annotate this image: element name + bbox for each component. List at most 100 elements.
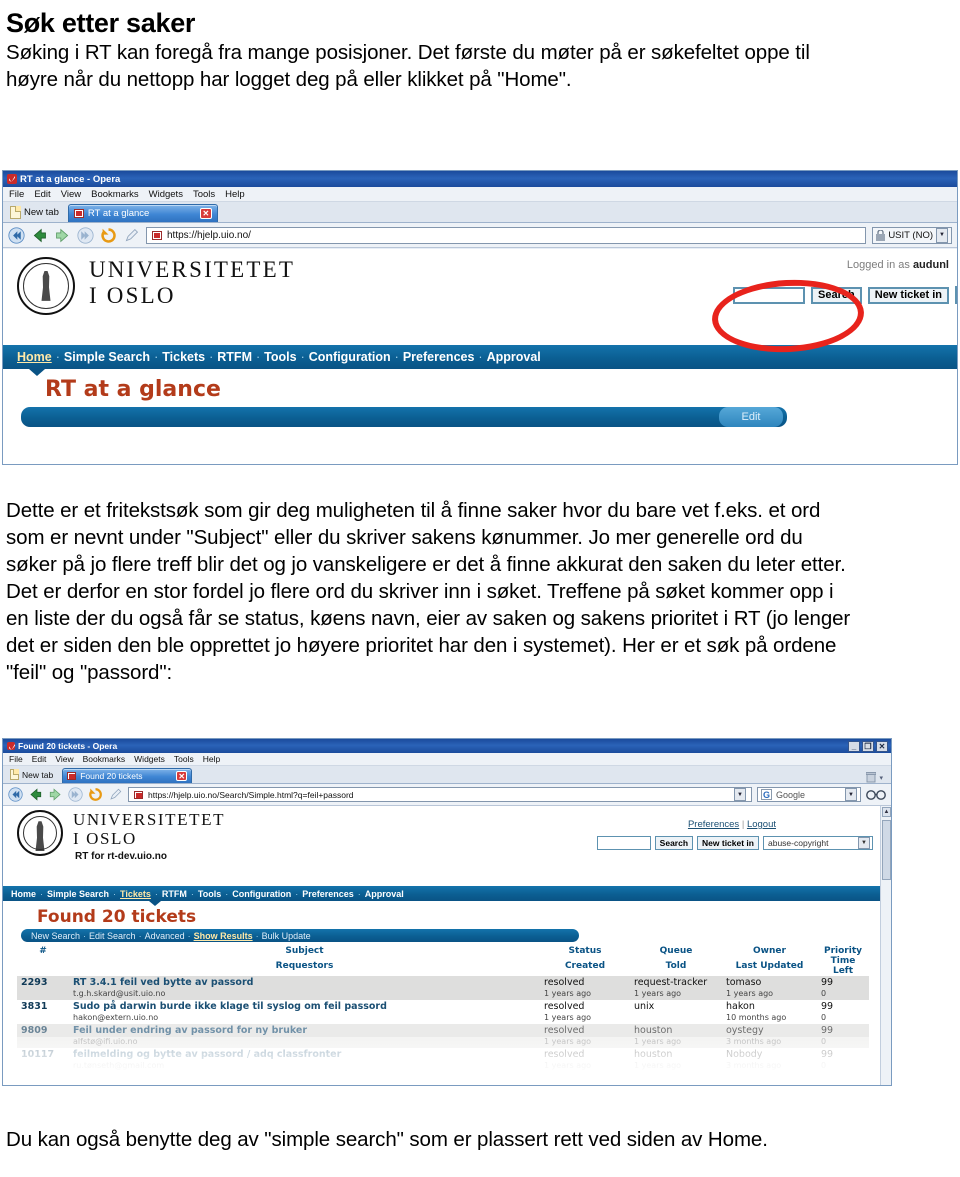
search-input-2[interactable] bbox=[596, 836, 651, 850]
subnav-advanced[interactable]: Advanced bbox=[145, 931, 185, 941]
menu-view[interactable]: View bbox=[55, 754, 73, 764]
fast-forward-icon[interactable] bbox=[68, 787, 83, 802]
chevron-down-icon[interactable]: ▼ bbox=[845, 788, 857, 801]
fast-back-icon[interactable] bbox=[8, 226, 25, 244]
new-tab-button[interactable]: New tab bbox=[8, 204, 65, 222]
th-last-updated[interactable]: Last Updated bbox=[722, 956, 817, 976]
th-told[interactable]: Told bbox=[630, 956, 722, 976]
maximize-button[interactable]: ❐ bbox=[862, 740, 874, 752]
nav-item-rtfm[interactable]: RTFM bbox=[162, 889, 187, 899]
cell-id[interactable]: 9809 bbox=[17, 1024, 69, 1037]
cell-id[interactable]: 2293 bbox=[17, 976, 69, 989]
close-icon[interactable]: ✕ bbox=[199, 208, 212, 219]
nav-item-configuration[interactable]: Configuration bbox=[309, 350, 391, 364]
tab-found-20-tickets[interactable]: Found 20 tickets ✕ bbox=[62, 768, 193, 783]
edit-pencil-icon[interactable] bbox=[123, 227, 140, 244]
glasses-icon[interactable] bbox=[866, 788, 886, 801]
search-button-1[interactable]: Search bbox=[811, 286, 862, 304]
menu-view[interactable]: View bbox=[61, 189, 81, 200]
scroll-up-icon[interactable]: ▲ bbox=[882, 807, 891, 817]
th-number[interactable]: # bbox=[17, 946, 69, 956]
th-owner[interactable]: Owner bbox=[722, 946, 817, 956]
nav-item-simple-search[interactable]: Simple Search bbox=[47, 889, 109, 899]
menu-widgets[interactable]: Widgets bbox=[149, 189, 183, 200]
table-row[interactable]: 9809 Feil under endring av passord for n… bbox=[17, 1024, 869, 1037]
nav-item-tickets[interactable]: Tickets bbox=[120, 889, 151, 899]
new-tab-button[interactable]: New tab bbox=[8, 767, 59, 783]
table-row[interactable]: 2293 RT 3.4.1 feil ved bytte av passord … bbox=[17, 976, 869, 989]
new-ticket-button-1[interactable]: New ticket in bbox=[867, 286, 949, 304]
th-queue[interactable]: Queue bbox=[630, 946, 722, 956]
fast-forward-icon[interactable] bbox=[77, 226, 94, 244]
nav-item-simple-search[interactable]: Simple Search bbox=[64, 350, 150, 364]
forward-icon[interactable] bbox=[48, 787, 63, 802]
nav-item-approval[interactable]: Approval bbox=[487, 350, 541, 364]
queue-select[interactable]: abuse-copyright ▼ bbox=[763, 836, 873, 850]
th-status[interactable]: Status bbox=[540, 946, 630, 956]
minimize-button[interactable]: _ bbox=[848, 740, 860, 752]
subnav-bulk-update[interactable]: Bulk Update bbox=[262, 931, 311, 941]
nav-item-tickets[interactable]: Tickets bbox=[162, 350, 205, 364]
menu-edit[interactable]: Edit bbox=[34, 189, 50, 200]
cell-subject[interactable]: Feil under endring av passord for ny bru… bbox=[69, 1024, 540, 1037]
search-input-1[interactable] bbox=[733, 286, 806, 304]
web-search-input[interactable]: G Google ▼ bbox=[757, 787, 861, 802]
subnav-show-results[interactable]: Show Results bbox=[194, 931, 253, 941]
new-ticket-button-2[interactable]: New ticket in bbox=[697, 836, 759, 850]
forward-icon[interactable] bbox=[54, 227, 71, 244]
menu-tools[interactable]: Tools bbox=[193, 189, 215, 200]
tab-rt-at-a-glance[interactable]: RT at a glance ✕ bbox=[67, 204, 218, 222]
menu-widgets[interactable]: Widgets bbox=[134, 754, 165, 764]
chevron-down-icon[interactable]: ▼ bbox=[936, 227, 948, 243]
menu-file[interactable]: File bbox=[9, 189, 24, 200]
fast-back-icon[interactable] bbox=[8, 787, 23, 802]
cell-subject[interactable]: RT 3.4.1 feil ved bytte av passord bbox=[69, 976, 540, 989]
nav-item-home[interactable]: Home bbox=[11, 889, 36, 899]
page-scrollbar[interactable]: ▲ bbox=[880, 806, 891, 1085]
back-icon[interactable] bbox=[31, 227, 48, 244]
menu-bookmarks[interactable]: Bookmarks bbox=[91, 189, 139, 200]
th-priority[interactable]: Priority bbox=[817, 946, 869, 956]
address-bar-2[interactable]: https://hjelp.uio.no/Search/Simple.html?… bbox=[128, 787, 752, 802]
chevron-down-icon[interactable]: ▼ bbox=[734, 788, 746, 801]
nav-item-preferences[interactable]: Preferences bbox=[403, 350, 475, 364]
cell-id[interactable]: 3831 bbox=[17, 1000, 69, 1013]
menu-file[interactable]: File bbox=[9, 754, 23, 764]
edit-button-1[interactable]: Edit bbox=[719, 407, 783, 427]
menu-edit[interactable]: Edit bbox=[32, 754, 47, 764]
th-requestors[interactable]: Requestors bbox=[69, 956, 540, 976]
menu-bookmarks[interactable]: Bookmarks bbox=[83, 754, 126, 764]
scrollbar-thumb[interactable] bbox=[882, 820, 891, 880]
menu-help[interactable]: Help bbox=[203, 754, 220, 764]
table-row[interactable]: 3831 Sudo på darwin burde ikke klage til… bbox=[17, 1000, 869, 1013]
security-zone-indicator[interactable]: USIT (NO) ▼ bbox=[872, 226, 952, 244]
search-button-2[interactable]: Search bbox=[654, 836, 694, 850]
preferences-link[interactable]: Preferences bbox=[688, 819, 739, 830]
nav-item-tools[interactable]: Tools bbox=[264, 350, 296, 364]
back-icon[interactable] bbox=[28, 787, 43, 802]
th-subject[interactable]: Subject bbox=[69, 946, 540, 956]
reload-icon[interactable] bbox=[100, 227, 117, 244]
chevron-down-icon[interactable]: ▾ bbox=[879, 774, 883, 782]
nav-item-rtfm[interactable]: RTFM bbox=[217, 350, 252, 364]
subnav-edit-search[interactable]: Edit Search bbox=[89, 931, 136, 941]
chevron-down-icon[interactable]: ▼ bbox=[858, 837, 870, 849]
nav-item-preferences[interactable]: Preferences bbox=[302, 889, 354, 899]
address-bar-1[interactable]: https://hjelp.uio.no/ bbox=[146, 226, 867, 244]
edit-pencil-icon[interactable] bbox=[108, 787, 123, 802]
cell-subject[interactable]: Sudo på darwin burde ikke klage til sysl… bbox=[69, 1000, 540, 1013]
logout-link[interactable]: Logout bbox=[747, 819, 776, 830]
th-created[interactable]: Created bbox=[540, 956, 630, 976]
subnav-new-search[interactable]: New Search bbox=[31, 931, 80, 941]
nav-item-configuration[interactable]: Configuration bbox=[232, 889, 291, 899]
tabbar-trash[interactable]: ▾ bbox=[866, 772, 891, 783]
nav-item-approval[interactable]: Approval bbox=[365, 889, 404, 899]
nav-item-home[interactable]: Home bbox=[17, 350, 52, 364]
reload-icon[interactable] bbox=[88, 787, 103, 802]
menu-help[interactable]: Help bbox=[225, 189, 245, 200]
close-button[interactable]: ✕ bbox=[876, 740, 888, 752]
nav-item-tools[interactable]: Tools bbox=[198, 889, 221, 899]
th-time-left[interactable]: Time Left bbox=[817, 956, 869, 976]
menu-tools[interactable]: Tools bbox=[174, 754, 194, 764]
close-icon[interactable]: ✕ bbox=[176, 771, 188, 781]
